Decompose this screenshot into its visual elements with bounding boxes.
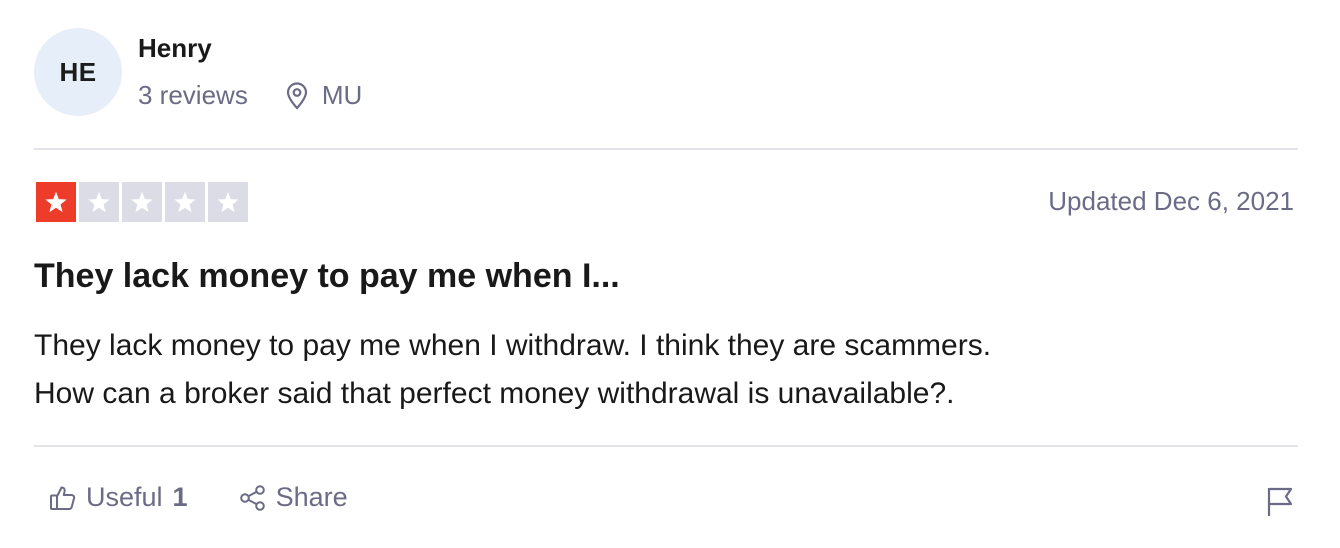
reviewer-location: MU bbox=[284, 80, 362, 111]
star-rating bbox=[36, 182, 251, 222]
review-title[interactable]: They lack money to pay me when I... bbox=[34, 257, 620, 296]
divider bbox=[34, 148, 1298, 150]
review-body: They lack money to pay me when I withdra… bbox=[34, 322, 1284, 418]
share-button[interactable]: Share bbox=[238, 482, 348, 513]
star-icon bbox=[208, 182, 248, 222]
star-icon bbox=[122, 182, 162, 222]
review-date: Updated Dec 6, 2021 bbox=[1048, 186, 1294, 216]
star-icon bbox=[79, 182, 119, 222]
map-pin-icon bbox=[284, 81, 310, 110]
share-icon bbox=[239, 484, 265, 511]
useful-button[interactable]: Useful 1 bbox=[48, 482, 188, 513]
reviewer-name[interactable]: Henry bbox=[138, 33, 212, 64]
share-label: Share bbox=[275, 482, 348, 512]
location-label: MU bbox=[321, 80, 363, 110]
avatar[interactable]: HE bbox=[34, 28, 122, 116]
reviewer-meta: 3 reviews MU bbox=[138, 80, 362, 111]
review-body-line: How can a broker said that perfect money… bbox=[34, 377, 955, 410]
divider bbox=[34, 445, 1298, 447]
star-icon bbox=[36, 182, 76, 222]
review-actions: Useful 1 Share bbox=[48, 482, 348, 513]
review-count: 3 reviews bbox=[138, 80, 248, 110]
review-body-line: They lack money to pay me when I withdra… bbox=[34, 329, 992, 362]
useful-count: 1 bbox=[172, 482, 188, 512]
review-card: HE Henry 3 reviews MU Updated Dec 6, 202… bbox=[0, 0, 1340, 548]
flag-icon bbox=[1267, 487, 1293, 516]
thumbs-up-icon bbox=[50, 486, 76, 510]
useful-label: Useful bbox=[86, 482, 163, 512]
report-button[interactable] bbox=[1264, 484, 1296, 518]
star-icon bbox=[165, 182, 205, 222]
